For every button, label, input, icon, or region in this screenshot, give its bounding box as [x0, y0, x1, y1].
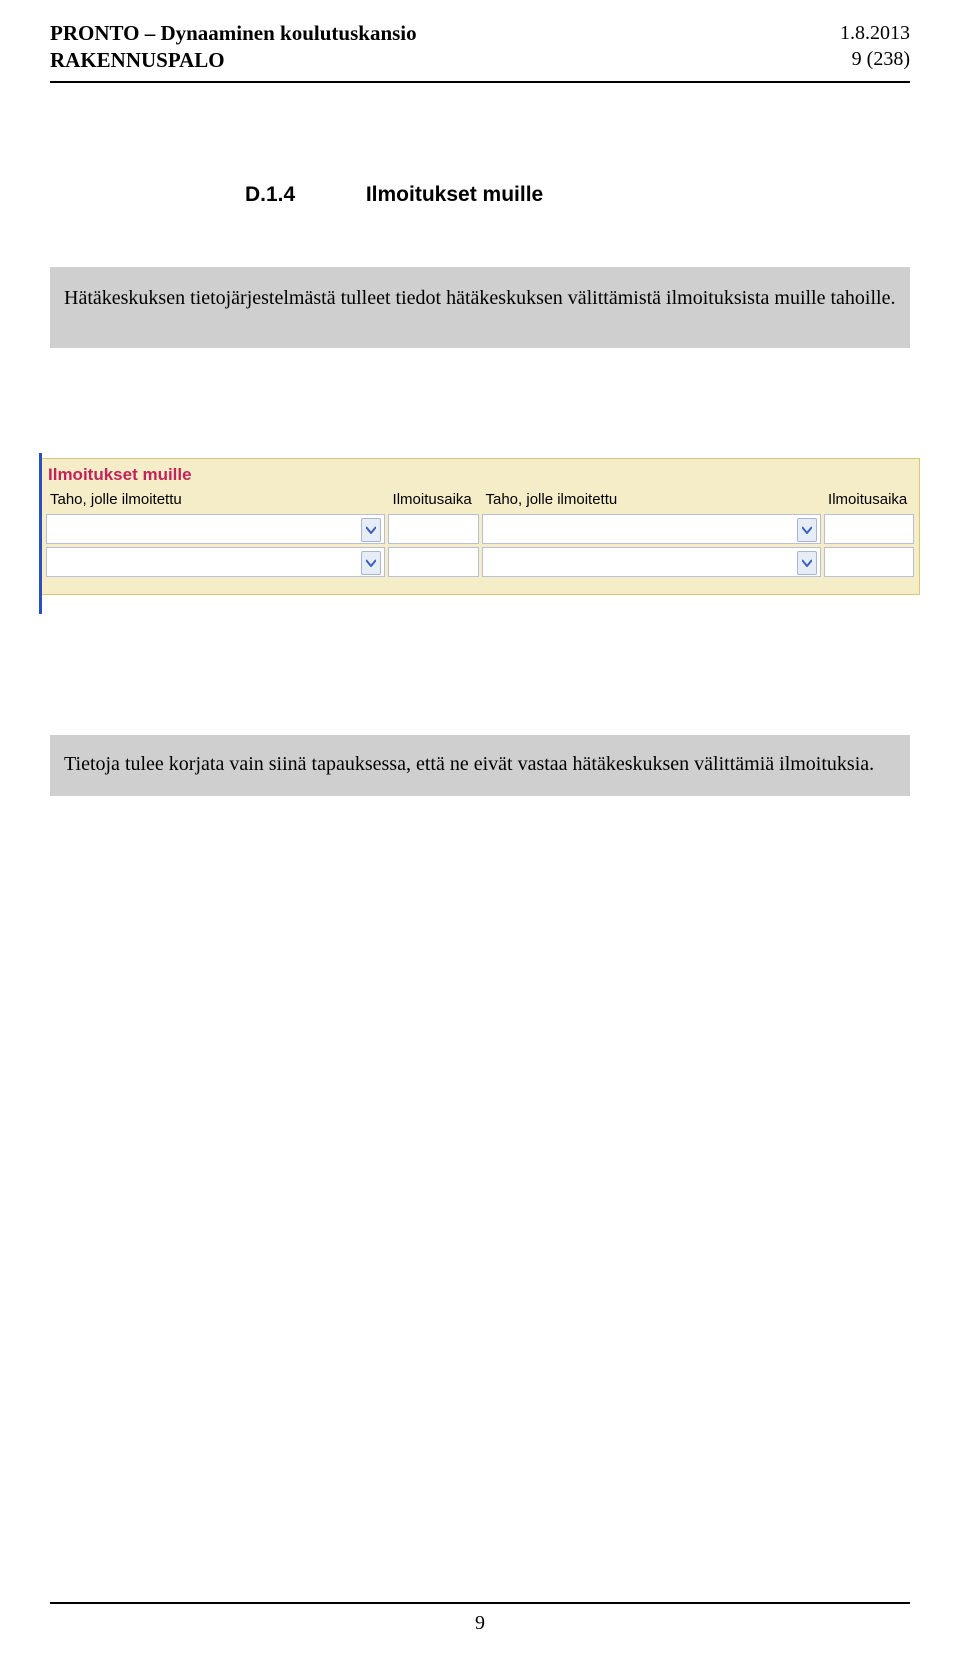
page-header: PRONTO – Dynaaminen koulutuskansio RAKEN…	[50, 20, 910, 75]
chevron-down-icon	[797, 518, 817, 542]
panel-title: Ilmoitukset muille	[46, 463, 914, 489]
taho-select-1[interactable]	[46, 514, 385, 544]
footer-page-number: 9	[50, 1612, 910, 1635]
taho-select-3[interactable]	[46, 547, 385, 577]
aika-input-4[interactable]	[824, 547, 914, 577]
section-number: D.1.4	[245, 183, 360, 207]
header-rule	[50, 81, 910, 83]
page-indicator: 9 (238)	[840, 46, 910, 72]
section-heading: D.1.4 Ilmoitukset muille	[245, 183, 910, 207]
info-box-1: Hätäkeskuksen tietojärjestelmästä tullee…	[50, 267, 910, 348]
aika-input-3[interactable]	[388, 547, 478, 577]
taho-select-4[interactable]	[482, 547, 821, 577]
aika-input-2[interactable]	[824, 514, 914, 544]
chevron-down-icon	[797, 551, 817, 575]
chevron-down-icon	[361, 518, 381, 542]
section-title: Ilmoitukset muille	[366, 183, 543, 206]
col-header-taho-2: Taho, jolle ilmoitettu	[482, 489, 822, 511]
doc-date: 1.8.2013	[840, 20, 910, 46]
doc-title-2: RAKENNUSPALO	[50, 47, 417, 74]
doc-title-1: PRONTO – Dynaaminen koulutuskansio	[50, 20, 417, 47]
ilmoitukset-panel: Ilmoitukset muille Taho, jolle ilmoitett…	[40, 458, 920, 595]
taho-select-2[interactable]	[482, 514, 821, 544]
page-footer: 9	[50, 1602, 910, 1635]
info-box-2: Tietoja tulee korjata vain siinä tapauks…	[50, 735, 910, 796]
footer-rule	[50, 1602, 910, 1604]
chevron-down-icon	[361, 551, 381, 575]
col-header-taho-1: Taho, jolle ilmoitettu	[46, 489, 386, 511]
col-header-aika-2: Ilmoitusaika	[824, 489, 914, 511]
col-header-aika-1: Ilmoitusaika	[389, 489, 479, 511]
aika-input-1[interactable]	[388, 514, 478, 544]
